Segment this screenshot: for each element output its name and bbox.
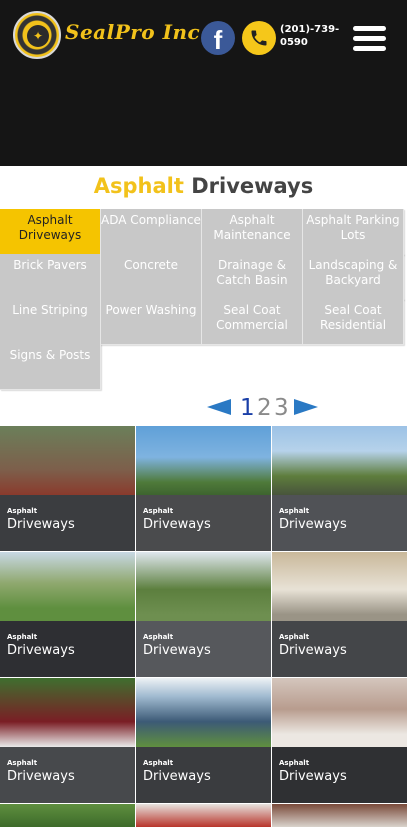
tile-caption-small: Asphalt — [7, 759, 38, 767]
phone-number-line1: (201)-739- — [280, 24, 340, 35]
next-page-arrow-icon[interactable] — [294, 399, 318, 415]
gallery-tile[interactable]: Asphalt Driveways — [272, 678, 407, 803]
tile-caption: Driveways — [279, 769, 347, 784]
tab-power-washing[interactable]: Power Washing — [101, 299, 202, 345]
gallery-tile-partial[interactable] — [272, 804, 407, 827]
page-2-link[interactable]: 2 — [257, 395, 272, 421]
tab-asphalt-parking-lots[interactable]: Asphalt Parking Lots — [303, 209, 404, 255]
phone-number[interactable]: (201)-739- 0590 — [280, 23, 340, 49]
page-3-link[interactable]: 3 — [274, 395, 289, 421]
tab-ada-compliance[interactable]: ADA Compliance — [101, 209, 202, 255]
gallery-tile[interactable]: Asphalt Driveways — [272, 552, 407, 677]
gallery-tile[interactable]: Asphalt Driveways — [136, 678, 271, 803]
logo-badge-icon[interactable]: ✦ — [13, 11, 61, 59]
gallery-tile[interactable]: Asphalt Driveways — [0, 426, 135, 551]
tab-asphalt-maintenance[interactable]: Asphalt Maintenance — [202, 209, 303, 255]
page-1-link[interactable]: 1 — [240, 395, 255, 421]
gallery-tile[interactable]: Asphalt Driveways — [136, 426, 271, 551]
gallery-tile-partial[interactable] — [0, 804, 135, 827]
tile-caption-small: Asphalt — [7, 507, 38, 515]
page-title-accent: Asphalt — [93, 174, 184, 198]
tile-caption-small: Asphalt — [279, 507, 310, 515]
gallery-tile[interactable]: Asphalt Driveways — [272, 426, 407, 551]
prev-page-arrow-icon[interactable] — [207, 399, 231, 415]
tab-line-striping[interactable]: Line Striping — [0, 299, 101, 345]
hamburger-menu-icon[interactable] — [353, 26, 386, 52]
site-header: ✦ SealPro Inc f (201)-739- 0590 — [0, 0, 407, 166]
tab-landscaping-backyard[interactable]: Landscaping & Backyard — [303, 254, 404, 300]
tile-caption: Driveways — [143, 643, 211, 658]
tile-caption-small: Asphalt — [279, 633, 310, 641]
gallery-tile[interactable]: Asphalt Driveways — [0, 552, 135, 677]
tile-caption: Driveways — [143, 517, 211, 532]
tile-caption-small: Asphalt — [143, 507, 174, 515]
tab-brick-pavers[interactable]: Brick Pavers — [0, 254, 101, 300]
tab-seal-coat-commercial[interactable]: Seal Coat Commercial — [202, 299, 303, 345]
tile-caption: Driveways — [7, 643, 75, 658]
phone-number-line2: 0590 — [280, 37, 308, 48]
tile-caption: Driveways — [7, 517, 75, 532]
tile-caption: Driveways — [279, 643, 347, 658]
tile-caption-small: Asphalt — [143, 633, 174, 641]
page-title-rest: Driveways — [183, 174, 314, 198]
tab-signs-posts[interactable]: Signs & Posts — [0, 344, 101, 390]
tile-caption: Driveways — [279, 517, 347, 532]
logo-text[interactable]: SealPro Inc — [65, 20, 200, 44]
gallery-tile-partial[interactable] — [136, 804, 271, 827]
tab-seal-coat-residential[interactable]: Seal Coat Residential — [303, 299, 404, 345]
page-title: Asphalt Driveways — [0, 174, 407, 198]
tile-caption-small: Asphalt — [279, 759, 310, 767]
tab-drainage-catch-basin[interactable]: Drainage & Catch Basin — [202, 254, 303, 300]
tile-caption: Driveways — [7, 769, 75, 784]
tab-asphalt-driveways[interactable]: Asphalt Driveways — [0, 209, 101, 255]
tile-caption-small: Asphalt — [7, 633, 38, 641]
phone-icon[interactable] — [242, 21, 276, 55]
gallery-tile[interactable]: Asphalt Driveways — [0, 678, 135, 803]
tile-caption-small: Asphalt — [143, 759, 174, 767]
facebook-icon[interactable]: f — [201, 21, 235, 55]
tile-caption: Driveways — [143, 769, 211, 784]
gallery-tile[interactable]: Asphalt Driveways — [136, 552, 271, 677]
tab-concrete[interactable]: Concrete — [101, 254, 202, 300]
